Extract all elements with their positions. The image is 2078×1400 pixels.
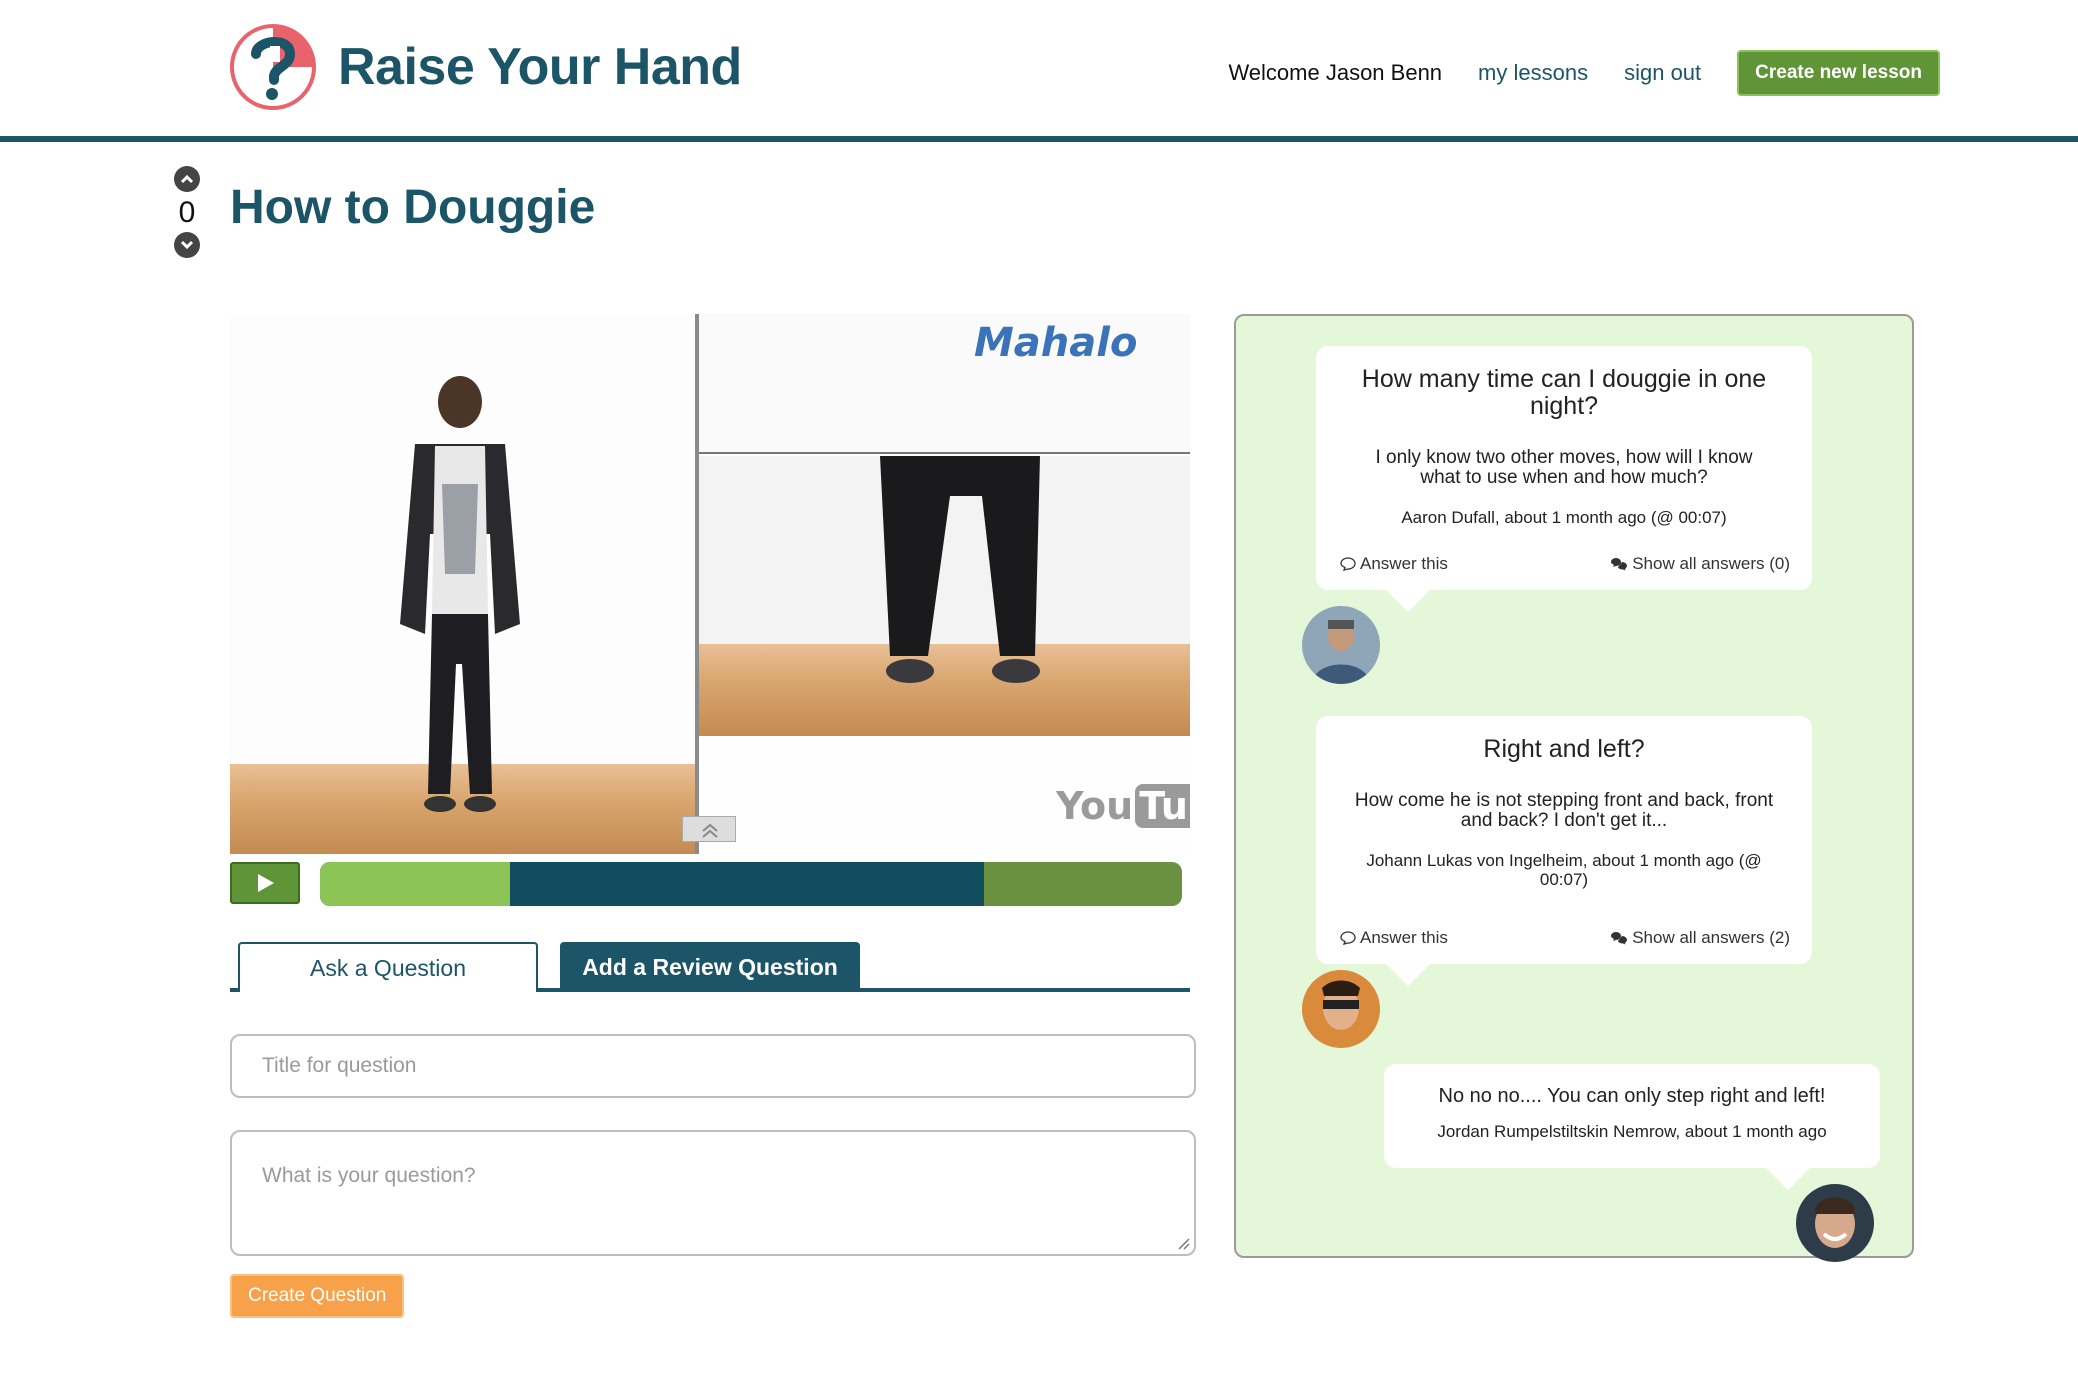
vote-widget: 0 [174, 166, 200, 258]
youtube-you-text: You [1056, 784, 1134, 828]
video-frame[interactable]: Mahalo YouTube [230, 314, 1190, 854]
question-body-placeholder: What is your question? [262, 1164, 476, 1187]
avatar[interactable] [1796, 1184, 1874, 1262]
speech-bubble-icon [1340, 557, 1356, 571]
question-hand-icon [230, 24, 316, 110]
create-question-button[interactable]: Create Question [230, 1274, 405, 1318]
question-body-textarea[interactable]: What is your question? [230, 1130, 1196, 1256]
mahalo-watermark: Mahalo [974, 320, 1138, 366]
user-photo [1302, 606, 1380, 684]
top-header: Raise Your Hand Welcome Jason Benn my le… [0, 0, 2078, 142]
vote-count: 0 [178, 196, 196, 229]
answer-text: No no no.... You can only step right and… [1438, 1085, 1826, 1107]
app-name: Raise Your Hand [338, 38, 742, 96]
resize-grip-icon[interactable] [1176, 1236, 1190, 1250]
answer-this-label: Answer this [1360, 928, 1448, 947]
chevron-up-icon [180, 174, 194, 184]
question-body: How come he is not stepping front and ba… [1354, 790, 1774, 831]
play-button[interactable] [230, 862, 300, 904]
question-title: How many time can I douggie in one night… [1361, 365, 1767, 420]
answer-meta: Jordan Rumpelstiltskin Nemrow, about 1 m… [1437, 1122, 1827, 1141]
question-tabs: Ask a Question Add a Review Question [230, 942, 1190, 992]
upvote-button[interactable] [174, 166, 200, 192]
tab-ask-question[interactable]: Ask a Question [238, 942, 538, 992]
answer-card: No no no.... You can only step right and… [1384, 1064, 1880, 1190]
speech-bubble-icon [1340, 931, 1356, 945]
sign-out-link[interactable]: sign out [1624, 60, 1701, 86]
question-meta: Aaron Dufall, about 1 month ago (@ 00:07… [1401, 508, 1727, 527]
create-lesson-button[interactable]: Create new lesson [1737, 50, 1940, 96]
question-card: Right and left? How come he is not stepp… [1316, 716, 1812, 986]
youtube-watermark[interactable]: YouTube [1056, 784, 1190, 828]
answer-this-link[interactable]: Answer this [1340, 554, 1448, 574]
tab-add-review-question[interactable]: Add a Review Question [560, 942, 860, 992]
lesson-title: How to Douggie [230, 181, 596, 234]
question-actions: Answer this Show all answers (2) [1340, 928, 1790, 948]
avatar[interactable] [1302, 606, 1380, 684]
avatar[interactable] [1302, 970, 1380, 1048]
question-body: I only know two other moves, how will I … [1375, 447, 1753, 488]
dancer-figure [400, 376, 520, 812]
downvote-button[interactable] [174, 232, 200, 258]
question-actions: Answer this Show all answers (0) [1340, 554, 1790, 574]
question-title-input[interactable]: Title for question [230, 1034, 1196, 1098]
answer-this-link[interactable]: Answer this [1340, 928, 1448, 948]
question-card: How many time can I douggie in one night… [1316, 346, 1812, 612]
answer-this-label: Answer this [1360, 554, 1448, 573]
show-answers-label: Show all answers (2) [1632, 928, 1790, 947]
dancer-legs-figure [880, 456, 1040, 683]
collapse-handle[interactable] [682, 816, 736, 842]
double-chevron-up-icon [702, 823, 718, 838]
chevron-down-icon [180, 240, 194, 250]
user-photo [1796, 1184, 1874, 1262]
user-photo [1302, 970, 1380, 1048]
app-logo[interactable]: Raise Your Hand [228, 22, 742, 112]
comments-icon [1611, 558, 1628, 571]
question-meta: Johann Lukas von Ingelheim, about 1 mont… [1366, 851, 1762, 889]
my-lessons-link[interactable]: my lessons [1478, 60, 1588, 86]
progress-bar[interactable] [320, 862, 1182, 906]
question-title: Right and left? [1483, 735, 1645, 763]
top-nav: Welcome Jason Benn my lessons sign out C… [1228, 50, 1940, 96]
youtube-tube-text: Tube [1135, 784, 1190, 828]
comments-icon [1611, 932, 1628, 945]
show-answers-label: Show all answers (0) [1632, 554, 1790, 573]
show-answers-link[interactable]: Show all answers (2) [1610, 928, 1790, 948]
play-icon [258, 874, 274, 892]
welcome-text: Welcome Jason Benn [1228, 60, 1443, 85]
questions-panel: How many time can I douggie in one night… [1234, 314, 1914, 1262]
video-controls [230, 862, 1182, 906]
progress-played [320, 862, 510, 906]
show-answers-link[interactable]: Show all answers (0) [1610, 554, 1790, 574]
